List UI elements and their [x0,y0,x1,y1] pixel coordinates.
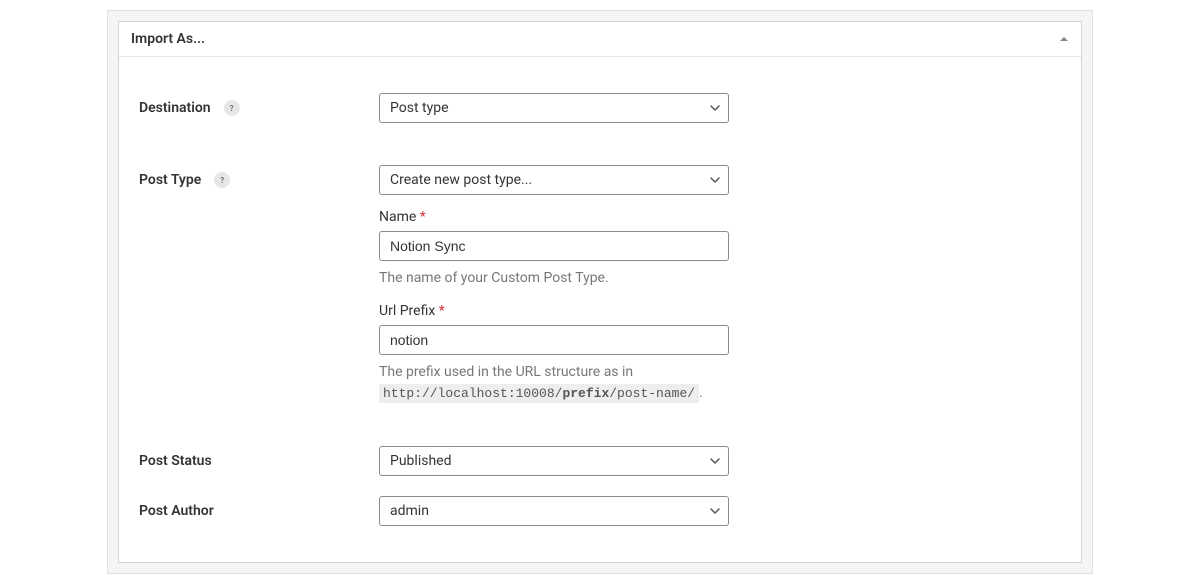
post-author-label: Post Author [139,503,214,519]
field-label-col: Post Author [139,496,379,519]
field-control-col: Post type [379,93,729,123]
field-post-author: Post Author admin [139,496,1061,526]
post-status-select[interactable]: Published [379,446,729,476]
field-label-col: Post Status [139,446,379,469]
destination-label: Destination [139,100,211,116]
name-label: Name * [379,209,729,225]
post-type-label: Post Type [139,172,201,188]
sub-field-name: Name * The name of your Custom Post Type… [379,209,729,289]
field-control-col: Published [379,446,729,476]
field-control-col: Create new post type... Name * The name … [379,165,729,404]
field-control-col: admin [379,496,729,526]
url-example: http://localhost:10008/prefix/post-name/ [379,384,699,403]
post-type-select[interactable]: Create new post type... [379,165,729,195]
field-post-status: Post Status Published [139,446,1061,476]
url-prefix-label: Url Prefix * [379,303,729,319]
field-destination: Destination ? Post type [139,93,1061,123]
destination-select[interactable]: Post type [379,93,729,123]
field-label-col: Post Type ? [139,165,379,188]
post-status-value: Published [390,453,451,469]
field-post-type: Post Type ? Create new post type... [139,165,1061,404]
panel-title: Import As... [131,31,205,47]
destination-select-wrap: Post type [379,93,729,123]
name-input[interactable] [379,231,729,261]
destination-value: Post type [390,100,449,116]
collapse-up-icon [1059,34,1069,44]
help-icon[interactable]: ? [214,172,230,188]
required-mark: * [439,303,445,319]
post-type-value: Create new post type... [390,172,532,188]
settings-container: Import As... Destination ? Post type [107,10,1093,574]
panel-header[interactable]: Import As... [119,22,1081,57]
import-as-panel: Import As... Destination ? Post type [118,21,1082,563]
post-status-select-wrap: Published [379,446,729,476]
post-type-select-wrap: Create new post type... [379,165,729,195]
required-mark: * [420,209,426,225]
help-icon[interactable]: ? [224,100,240,116]
post-status-label: Post Status [139,453,212,469]
sub-field-url-prefix: Url Prefix * The prefix used in the URL … [379,303,729,404]
post-author-select-wrap: admin [379,496,729,526]
url-prefix-helper: The prefix used in the URL structure as … [379,362,729,404]
url-prefix-input[interactable] [379,325,729,355]
panel-body: Destination ? Post type [119,57,1081,562]
field-label-col: Destination ? [139,93,379,116]
name-helper: The name of your Custom Post Type. [379,268,729,289]
post-author-value: admin [390,503,429,519]
post-author-select[interactable]: admin [379,496,729,526]
